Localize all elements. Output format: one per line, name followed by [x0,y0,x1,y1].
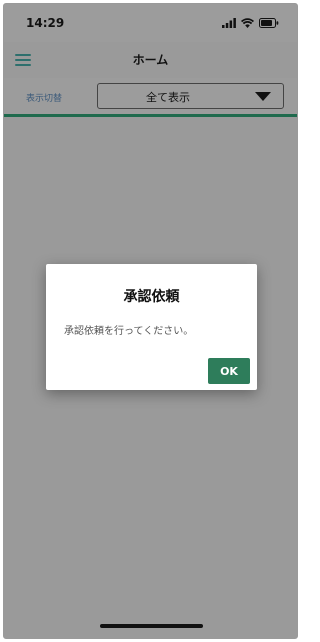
app-header: ホーム [4,42,297,78]
filter-label: 表示切替 [26,94,63,104]
dialog-title: 承認依頼 [123,289,180,305]
battery-icon [259,18,279,28]
filter-selected-value: 全て表示 [146,91,190,104]
signal-icon [222,18,236,28]
display-filter-dropdown[interactable]: 全て表示 [97,83,284,109]
status-icons [222,17,279,29]
home-indicator [100,624,203,628]
approval-request-dialog: 承認依頼 承認依頼を行ってください。 OK [46,264,257,390]
status-time: 14:29 [26,16,65,30]
dialog-message: 承認依頼を行ってください。 [64,326,194,337]
triangle-down-icon [255,92,271,101]
ok-button[interactable]: OK [208,358,250,384]
wifi-icon [241,18,254,28]
page-title: ホーム [132,53,169,67]
filter-bar: 表示切替 全て表示 [4,78,297,116]
phone-screen: 14:29 ホーム 表示切替 全て表示 承認依頼 承認依頼を行ってください。 O… [3,3,298,639]
status-bar: 14:29 [4,4,297,42]
